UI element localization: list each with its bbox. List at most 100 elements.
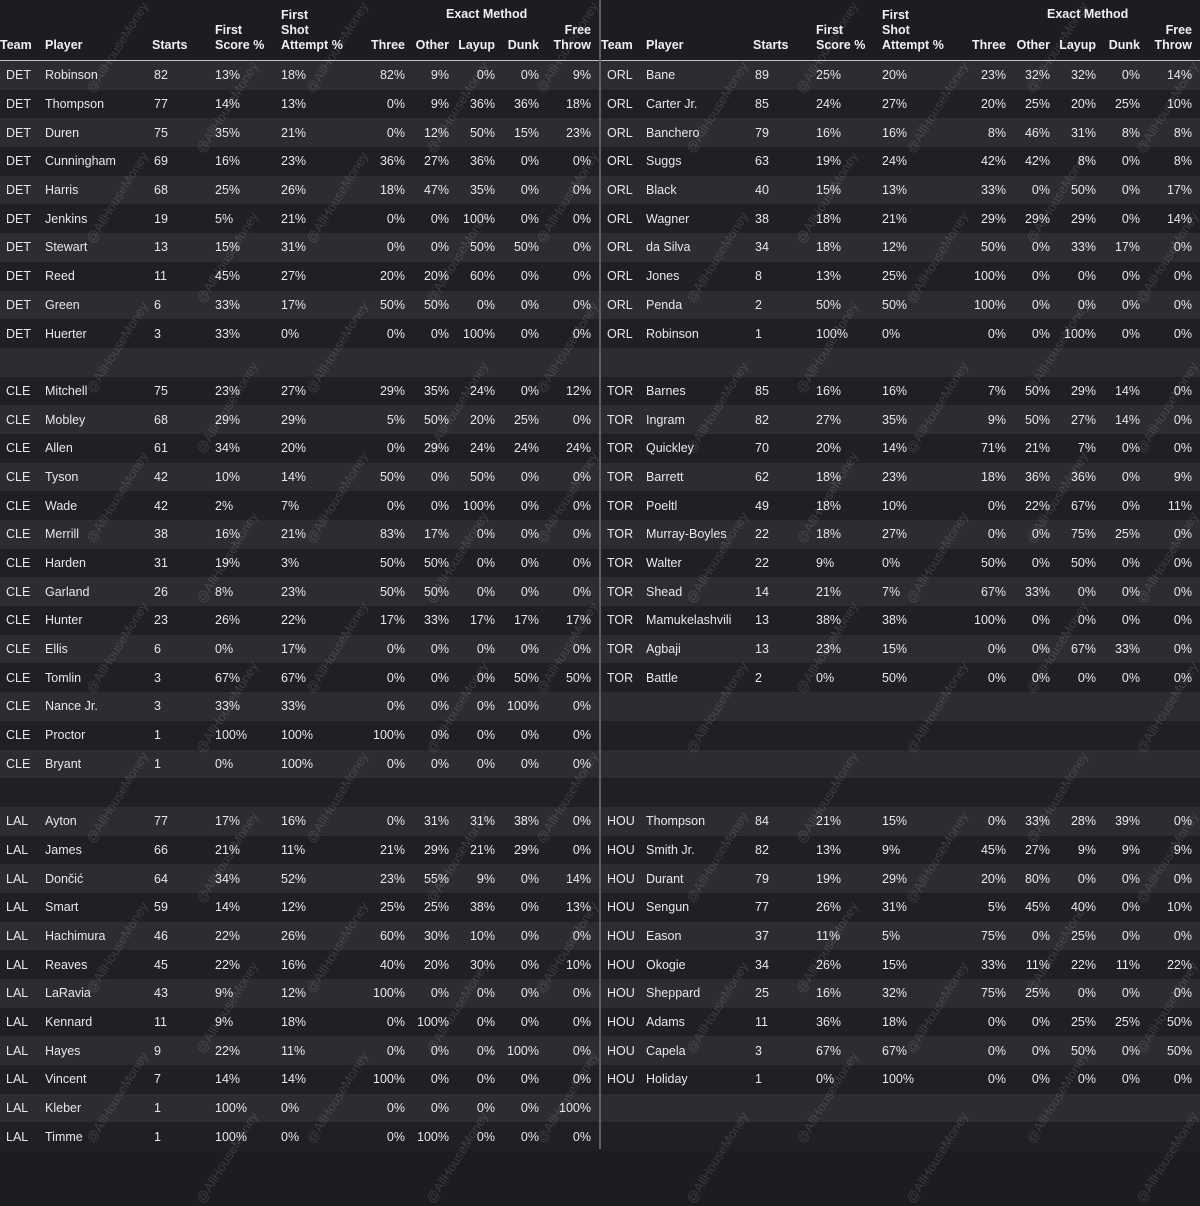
cell-other: 30% — [405, 921, 449, 951]
table-row: CLE Mobley 68 29% 29% 5% 50% 20% 25% 0% — [0, 405, 599, 434]
cell-free-throw: 0% — [539, 577, 599, 607]
cell-three: 0% — [964, 319, 1006, 348]
cell-other: 0% — [1006, 548, 1050, 578]
cell-first-score — [816, 720, 882, 750]
cell-team: LAL — [0, 1065, 45, 1094]
cell-first-shot: 26% — [281, 921, 363, 951]
cell-starts: 42 — [152, 462, 215, 492]
table-row: HOU Holiday 1 0% 100% 0% 0% 0% 0% 0% — [601, 1065, 1200, 1094]
cell-free-throw: 0% — [1140, 864, 1200, 893]
cell-dunk: 25% — [495, 405, 539, 434]
table-row: LAL James 66 21% 11% 21% 29% 21% 29% 0% — [0, 835, 599, 865]
table-row: LAL Dončić 64 34% 52% 23% 55% 9% 0% 14% — [0, 864, 599, 893]
cell-three — [363, 778, 405, 807]
cell-other — [1006, 778, 1050, 807]
table-row: CLE Nance Jr. 3 33% 33% 0% 0% 0% 100% 0% — [0, 692, 599, 721]
cell-first-shot: 12% — [281, 892, 363, 922]
cell-other: 20% — [405, 261, 449, 291]
cell-layup: 25% — [1050, 921, 1096, 951]
table-row: DET Cunningham 69 16% 23% 36% 27% 36% 0% 0% — [0, 147, 599, 176]
table-row: HOU Okogie 34 26% 15% 33% 11% 22% 11% 22% — [601, 950, 1200, 979]
cell-three: 0% — [363, 749, 405, 779]
cell-three: 7% — [964, 376, 1006, 406]
cell-first-shot: 12% — [281, 979, 363, 1008]
cell-free-throw: 0% — [1140, 634, 1200, 664]
cell-free-throw: 0% — [1140, 233, 1200, 262]
table-row: ORL Black 40 15% 13% 33% 0% 50% 0% 17% — [601, 175, 1200, 205]
cell-player: Quickley — [646, 433, 753, 463]
cell-first-score: 26% — [816, 892, 882, 922]
cell-dunk — [1096, 778, 1140, 807]
cell-first-score: 19% — [816, 864, 882, 893]
cell-team: ORL — [601, 89, 646, 119]
cell-three: 0% — [964, 491, 1006, 520]
cell-free-throw: 0% — [539, 692, 599, 721]
cell-team — [601, 692, 646, 721]
cell-team: DET — [0, 147, 45, 176]
cell-three: 0% — [964, 1007, 1006, 1037]
cell-player: Bryant — [45, 749, 152, 779]
cell-team: TOR — [601, 663, 646, 693]
cell-layup: 67% — [1050, 491, 1096, 520]
cell-first-score: 18% — [816, 204, 882, 234]
cell-three — [964, 1093, 1006, 1123]
cell-team: TOR — [601, 433, 646, 463]
table-row: DET Huerter 3 33% 0% 0% 0% 100% 0% 0% — [0, 319, 599, 348]
cell-three: 0% — [363, 89, 405, 119]
cell-layup: 100% — [449, 319, 495, 348]
table-row: LAL Timme 1 100% 0% 0% 100% 0% 0% 0% — [0, 1122, 599, 1152]
cell-first-shot: 16% — [882, 118, 964, 148]
cell-three: 0% — [964, 520, 1006, 549]
cell-free-throw: 0% — [539, 290, 599, 320]
cell-team: HOU — [601, 835, 646, 865]
cell-player: Dončić — [45, 864, 152, 893]
table-row: TOR Murray-Boyles 22 18% 27% 0% 0% 75% 25% 0% — [601, 520, 1200, 549]
cell-other: 0% — [405, 720, 449, 750]
cell-starts: 26 — [152, 577, 215, 607]
cell-first-score: 100% — [215, 720, 281, 750]
cell-starts — [753, 720, 816, 750]
cell-starts: 68 — [152, 175, 215, 205]
cell-other: 0% — [405, 749, 449, 779]
cell-three: 25% — [363, 892, 405, 922]
cell-team: DET — [0, 290, 45, 320]
col-header-player: Player — [45, 0, 152, 61]
cell-other: 9% — [405, 89, 449, 119]
cell-dunk: 0% — [1096, 60, 1140, 90]
cell-three: 0% — [964, 663, 1006, 693]
cell-player — [646, 749, 753, 779]
cell-free-throw: 0% — [539, 1036, 599, 1066]
cell-three: 0% — [964, 806, 1006, 836]
cell-layup: 35% — [449, 175, 495, 205]
cell-dunk: 0% — [495, 319, 539, 348]
cell-first-score: 67% — [215, 663, 281, 693]
cell-team: LAL — [0, 1007, 45, 1037]
cell-dunk: 38% — [495, 806, 539, 836]
cell-first-shot: 7% — [882, 577, 964, 607]
cell-starts: 77 — [152, 89, 215, 119]
cell-other: 0% — [405, 692, 449, 721]
cell-other: 35% — [405, 376, 449, 406]
cell-three: 20% — [363, 261, 405, 291]
cell-starts — [753, 347, 816, 377]
cell-starts: 6 — [152, 634, 215, 664]
cell-free-throw — [539, 778, 599, 807]
cell-layup — [1050, 749, 1096, 779]
table-row: CLE Bryant 1 0% 100% 0% 0% 0% 0% 0% — [0, 749, 599, 779]
cell-dunk: 0% — [1096, 921, 1140, 951]
cell-three: 23% — [964, 60, 1006, 90]
cell-first-score: 14% — [215, 892, 281, 922]
cell-three: 82% — [363, 60, 405, 90]
cell-three: 0% — [964, 634, 1006, 664]
cell-player: Okogie — [646, 950, 753, 979]
cell-first-score: 38% — [816, 606, 882, 635]
cell-other: 0% — [405, 233, 449, 262]
cell-first-shot: 0% — [281, 319, 363, 348]
cell-dunk: 50% — [495, 663, 539, 693]
cell-dunk: 0% — [1096, 462, 1140, 492]
left-stats-table: Team Player Starts First Score % First Sho… — [0, 0, 599, 1152]
cell-first-shot: 27% — [882, 520, 964, 549]
cell-starts: 82 — [152, 60, 215, 90]
cell-first-shot: 38% — [882, 606, 964, 635]
cell-player: Reed — [45, 261, 152, 291]
